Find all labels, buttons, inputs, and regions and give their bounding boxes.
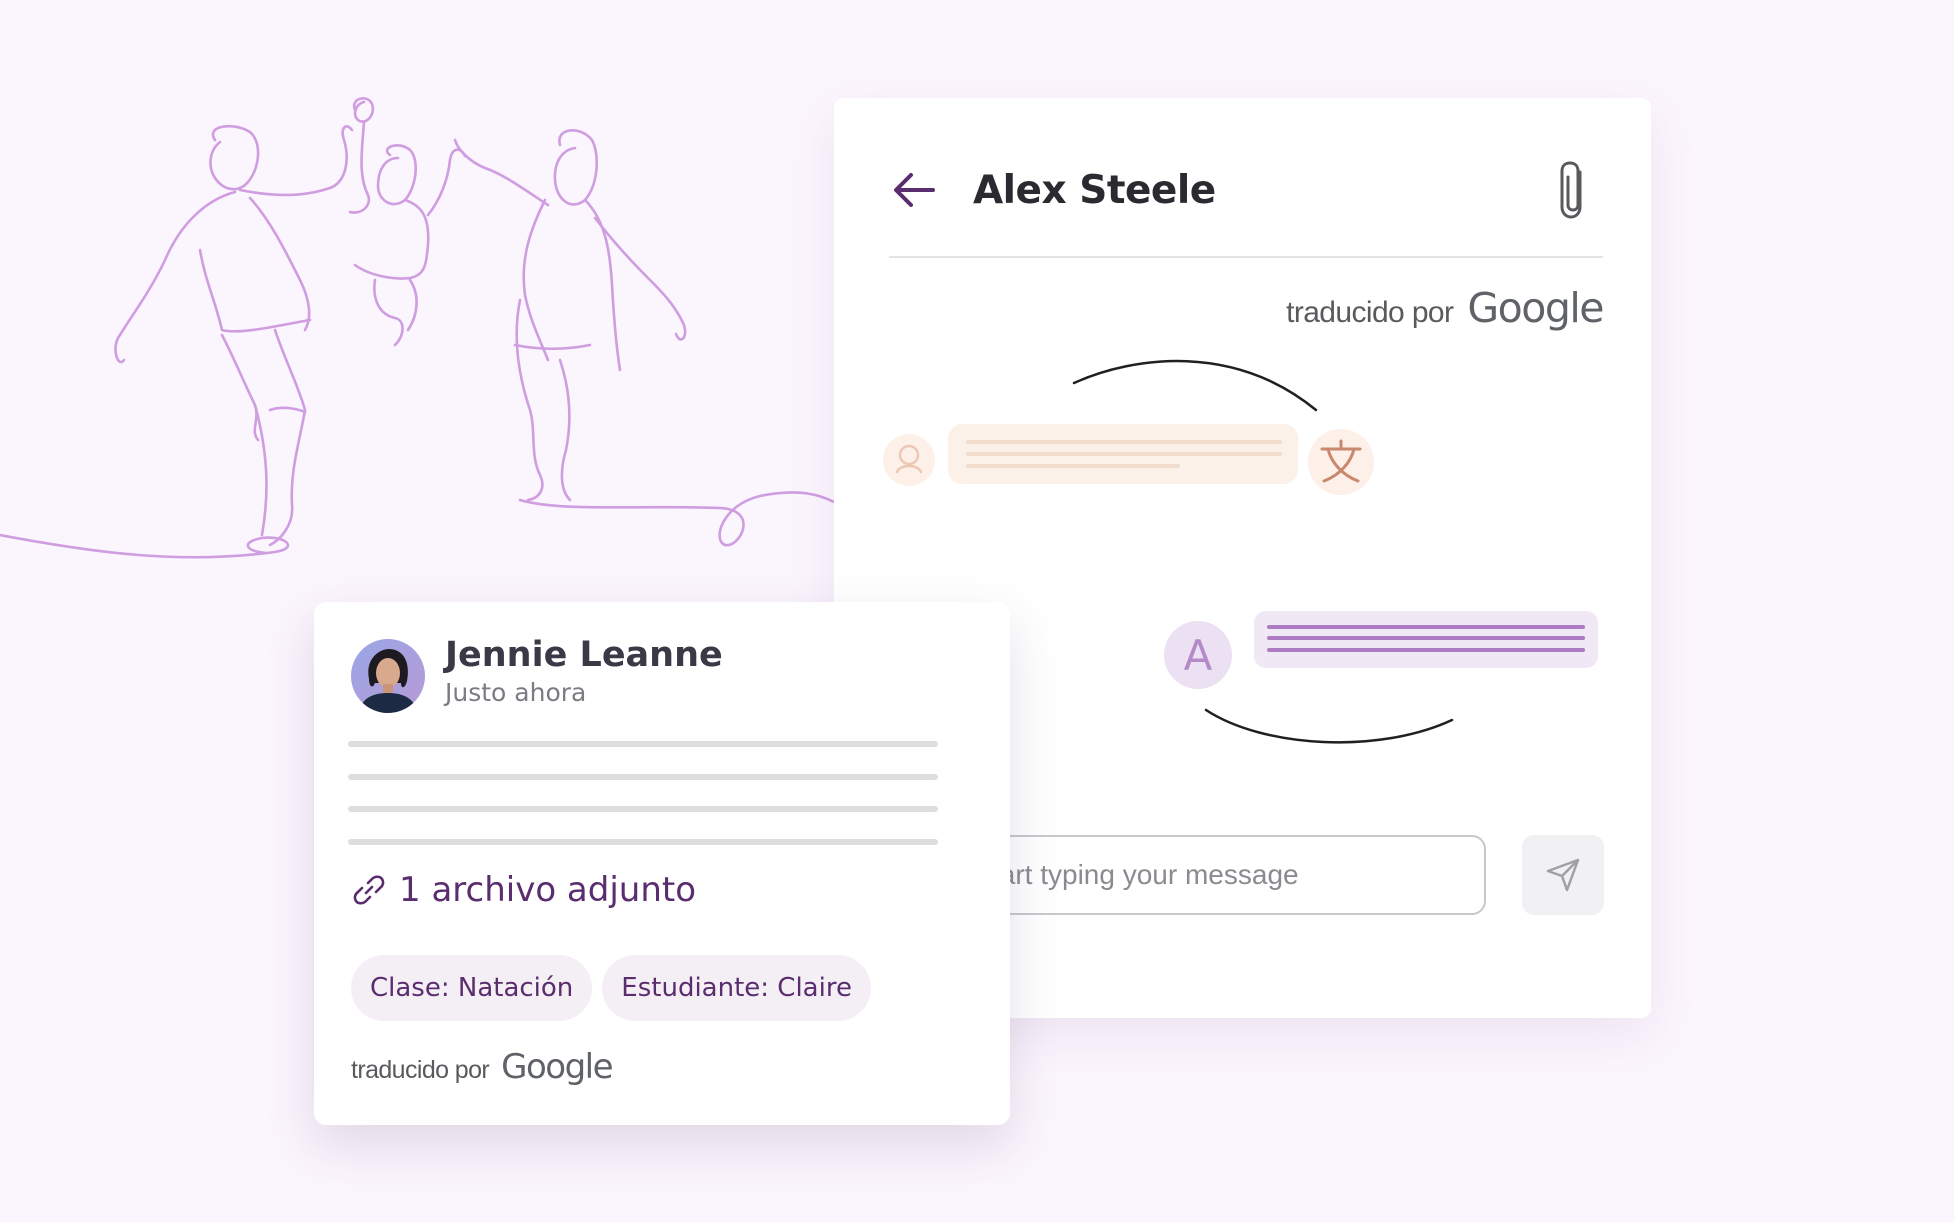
back-button[interactable] bbox=[889, 164, 941, 216]
google-logo: Google bbox=[1467, 284, 1604, 332]
avatar-portrait bbox=[351, 639, 425, 713]
incoming-text-line-2 bbox=[966, 452, 1282, 456]
message-timestamp: Justo ahora bbox=[445, 678, 587, 707]
outgoing-text-line-1 bbox=[1267, 625, 1585, 629]
translated-by-label: traducido por bbox=[351, 1056, 490, 1084]
outgoing-text-line-2 bbox=[1267, 636, 1585, 640]
attachment-link[interactable]: 1 archivo adjunto bbox=[351, 870, 696, 910]
send-icon bbox=[1546, 858, 1580, 892]
avatar bbox=[351, 639, 425, 713]
message-card: Jennie Leanne Justo ahora 1 archivo adju… bbox=[314, 602, 1010, 1125]
attach-button[interactable] bbox=[1549, 158, 1599, 222]
tag-list: Clase: Natación Estudiante: Claire bbox=[351, 955, 871, 1021]
tag-chip-class[interactable]: Clase: Natación bbox=[351, 955, 593, 1021]
message-text-line bbox=[348, 741, 938, 747]
translation-attribution: traducido por Google bbox=[1286, 284, 1604, 332]
link-icon bbox=[353, 875, 385, 905]
incoming-text-line-3 bbox=[966, 464, 1180, 468]
chat-header: Alex Steele bbox=[889, 158, 1603, 258]
chat-contact-name: Alex Steele bbox=[973, 168, 1216, 213]
incoming-message-bubble bbox=[948, 424, 1298, 484]
send-button[interactable] bbox=[1522, 835, 1604, 915]
svg-text:A: A bbox=[1184, 631, 1213, 680]
message-text-line bbox=[348, 774, 938, 780]
message-text-line bbox=[348, 839, 938, 845]
google-logo: Google bbox=[501, 1047, 613, 1087]
tag-chip-student[interactable]: Estudiante: Claire bbox=[602, 955, 871, 1021]
message-text-line bbox=[348, 806, 938, 812]
message-input[interactable] bbox=[982, 835, 1486, 915]
top-arc bbox=[1072, 359, 1318, 412]
arrow-left-icon bbox=[894, 173, 935, 207]
user-icon bbox=[895, 444, 923, 474]
translated-by-label: traducido por bbox=[1286, 296, 1454, 329]
incoming-user-avatar bbox=[883, 434, 935, 486]
translation-attribution: traducido por Google bbox=[351, 1047, 614, 1087]
outgoing-text-line-3 bbox=[1267, 648, 1585, 652]
reply-avatar: A bbox=[1164, 621, 1232, 689]
outgoing-message-bubble bbox=[1254, 611, 1598, 668]
bottom-arc bbox=[1204, 708, 1454, 744]
sender-name: Jennie Leanne bbox=[445, 635, 723, 675]
incoming-text-line-1 bbox=[966, 440, 1282, 444]
translate-icon bbox=[1308, 429, 1374, 495]
attachment-count-label: 1 archivo adjunto bbox=[399, 870, 697, 910]
paperclip-icon bbox=[1560, 161, 1582, 219]
